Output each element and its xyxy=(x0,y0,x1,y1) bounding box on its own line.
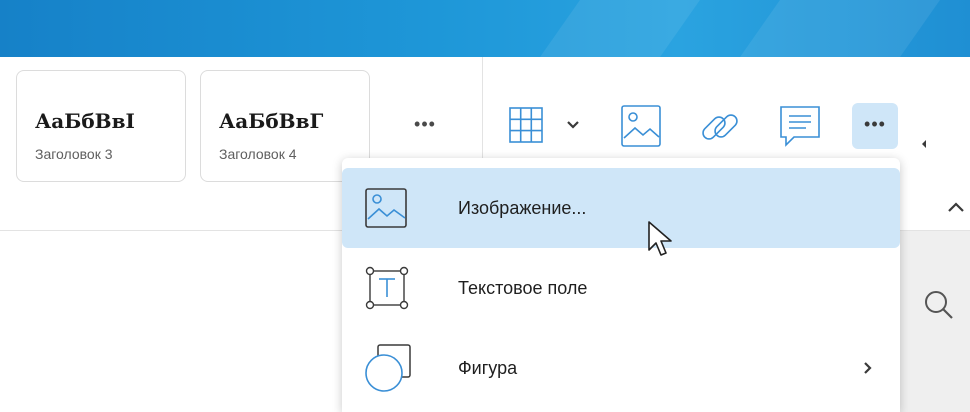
chevron-right-icon xyxy=(864,362,872,374)
menu-item-text-box[interactable]: Текстовое поле xyxy=(342,248,900,328)
title-bar xyxy=(0,0,970,57)
style-card-heading-3[interactable]: АаБбВвІ Заголовок 3 xyxy=(16,70,186,182)
table-icon[interactable] xyxy=(508,106,544,146)
menu-item-label: Изображение... xyxy=(458,198,587,218)
style-name: Заголовок 4 xyxy=(219,146,297,162)
more-styles-button[interactable]: ••• xyxy=(405,112,445,136)
mouse-cursor-icon xyxy=(648,221,672,256)
style-preview: АаБбВвГ xyxy=(219,109,324,133)
menu-item-label: Фигура xyxy=(458,358,518,378)
chevron-down-icon[interactable] xyxy=(566,120,580,130)
image-icon xyxy=(365,188,407,228)
text-box-icon xyxy=(365,266,409,310)
caret-left-icon[interactable] xyxy=(920,138,928,150)
image-icon[interactable] xyxy=(620,104,662,148)
link-icon[interactable] xyxy=(697,104,743,150)
menu-item-image[interactable]: Изображение... xyxy=(342,168,900,248)
style-preview: АаБбВвІ xyxy=(35,109,135,133)
more-insert-button[interactable]: ••• xyxy=(852,103,898,149)
chevron-up-icon[interactable] xyxy=(946,200,966,214)
search-icon[interactable] xyxy=(920,286,960,326)
menu-item-label: Текстовое поле xyxy=(458,278,588,298)
menu-item-shape[interactable]: Фигура xyxy=(342,328,900,408)
style-name: Заголовок 3 xyxy=(35,146,113,162)
comment-icon[interactable] xyxy=(778,104,822,150)
insert-menu: Изображение... Текстовое поле Фигура xyxy=(342,158,900,412)
shape-icon xyxy=(365,344,411,392)
